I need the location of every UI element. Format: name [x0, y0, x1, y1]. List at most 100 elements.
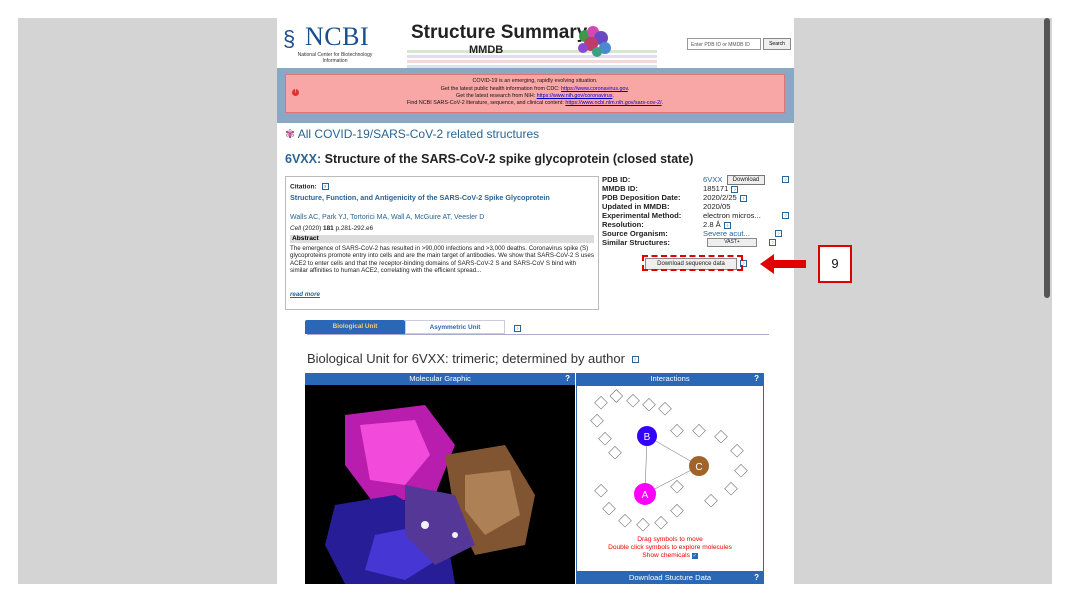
ncbi-name: NCBI	[305, 22, 370, 51]
chain-a-label: A	[642, 490, 649, 501]
nih-link[interactable]: https://www.nih.gov/coronavirus	[537, 93, 613, 99]
updated-key: Updated in MMDB:	[602, 202, 670, 211]
help-icon[interactable]: ?	[565, 373, 570, 385]
help-icon[interactable]: ?	[782, 212, 789, 219]
citation-label: Citation: ?	[290, 183, 329, 190]
resolution-key: Resolution:	[602, 220, 644, 229]
ncbi-full-name: National Center for Biotechnology Inform…	[297, 52, 373, 64]
show-chemicals-label: Show chemicals	[642, 552, 690, 559]
abstract-heading: Abstract	[290, 235, 594, 243]
journal-pages: p.281-292.e6	[333, 225, 374, 232]
citation-box: Citation: ? Structure, Function, and Ant…	[285, 176, 599, 310]
mmdb-id-key: MMDB ID:	[602, 184, 638, 193]
banner-subtitle: MMDB	[469, 44, 504, 56]
help-icon[interactable]: ?	[754, 572, 759, 584]
structure-summary-banner: Structure Summary MMDB	[407, 22, 657, 68]
citation-authors[interactable]: Walls AC, Park YJ, Tortorici MA, Wall A,…	[290, 214, 484, 221]
biological-unit-title: Biological Unit for 6VXX: trimeric; dete…	[307, 351, 639, 366]
covid-line-3-text: Get the latest research from NIH:	[456, 93, 537, 99]
vast-plus-button[interactable]: VAST+	[707, 238, 757, 247]
search-button[interactable]: Search	[763, 38, 791, 50]
help-icon[interactable]: ?	[321, 183, 329, 190]
citation-title-link[interactable]: Structure, Function, and Antigenicity of…	[290, 193, 590, 203]
pdb-id-key: PDB ID:	[602, 175, 631, 184]
drag-instruction: Drag symbols to move	[637, 536, 703, 543]
double-click-instruction: Double click symbols to explore molecule…	[608, 544, 732, 551]
biological-unit-title-text: Biological Unit for 6VXX: trimeric; dete…	[307, 351, 625, 366]
tab-biological-unit[interactable]: Biological Unit	[305, 320, 405, 334]
sequence-lines-decoration	[407, 50, 657, 68]
interactions-diagram[interactable]: B C A Drag symbols to move Double click …	[576, 385, 764, 572]
download-structure-data-header[interactable]: Download Stucture Data?	[576, 572, 764, 584]
structure-title: 6VXX: Structure of the SARS-CoV-2 spike …	[285, 152, 693, 166]
covid-line-4-text: Find NCBI SARS-CoV-2 literature, sequenc…	[406, 100, 566, 106]
resolution-text: 2.8 Å	[703, 220, 721, 229]
annotation-arrow-icon	[760, 254, 806, 274]
show-chemicals-checkbox[interactable]: ✓	[691, 553, 698, 559]
step-number-callout: 9	[818, 245, 852, 283]
pdb-search-input[interactable]: Enter PDB ID or MMDB ID	[687, 38, 761, 50]
mmdb-id-value: 185171?	[703, 184, 739, 193]
journal-year: (2020)	[301, 225, 324, 232]
ncbi-logo[interactable]: § NCBI National Center for Biotechnology…	[283, 22, 393, 64]
citation-journal: Cell (2020) 181 p.281-292.e6	[290, 225, 373, 232]
help-icon[interactable]: ?	[739, 194, 747, 202]
cdc-link[interactable]: https://www.coronavirus.gov	[561, 86, 628, 92]
resolution-value: 2.8 Å?	[703, 220, 731, 229]
ncbi-sars-link[interactable]: https://www.ncbi.nlm.nih.gov/sars-cov-2/	[565, 100, 661, 106]
ncbi-page: § NCBI National Center for Biotechnology…	[277, 18, 794, 584]
covid-banner: ! COVID-19 is an emerging, rapidly evolv…	[277, 68, 794, 123]
method-value: electron micros...	[703, 211, 761, 220]
dna-helix-icon: §	[283, 26, 296, 51]
page-scrollbar[interactable]	[1044, 18, 1050, 298]
covid-structures-link-text: All COVID-19/SARS-CoV-2 related structur…	[297, 127, 540, 141]
help-icon[interactable]: ?	[754, 373, 759, 385]
show-chemicals-row: Show chemicals ✓	[577, 552, 763, 559]
covid-line-1: COVID-19 is an emerging, rapidly evolvin…	[472, 78, 598, 84]
virus-icon: ✾	[285, 127, 296, 141]
journal-volume: 181	[323, 225, 334, 232]
molecular-graphic-viewer[interactable]	[305, 385, 575, 584]
covid-structures-link[interactable]: ✾ All COVID-19/SARS-CoV-2 related struct…	[285, 127, 539, 141]
protein-structure-image	[325, 405, 535, 584]
banner-title: Structure Summary	[411, 22, 588, 43]
organism-key: Source Organism:	[602, 229, 668, 238]
method-key: Experimental Method:	[602, 211, 682, 220]
molecule-icon	[578, 26, 611, 57]
similar-structures-key: Similar Structures:	[602, 238, 670, 247]
abstract-text: The emergence of SARS-CoV-2 has resulted…	[290, 245, 594, 274]
help-icon[interactable]: ?	[723, 221, 731, 229]
structure-id: 6VXX:	[285, 152, 322, 166]
highlight-dashed-box	[642, 255, 743, 271]
read-more-link[interactable]: read more	[290, 291, 320, 298]
pdb-id-value[interactable]: 6VXX	[703, 175, 722, 184]
deposition-date-key: PDB Deposition Date:	[602, 193, 681, 202]
help-icon[interactable]: ?	[514, 325, 521, 332]
help-icon[interactable]: ?	[782, 176, 789, 183]
help-icon[interactable]: ?	[769, 239, 776, 246]
journal-name: Cell	[290, 225, 302, 232]
interactions-header: Interactions?	[576, 373, 764, 385]
chain-c-label: C	[695, 462, 702, 473]
tab-asymmetric-unit[interactable]: Asymmetric Unit	[405, 320, 505, 334]
citation-label-text: Citation:	[290, 183, 317, 191]
structure-title-text: Structure of the SARS-CoV-2 spike glycop…	[324, 152, 694, 166]
updated-value: 2020/05	[703, 202, 731, 211]
interactions-title: Interactions	[650, 374, 690, 383]
interaction-network: B C A	[590, 389, 748, 532]
organism-value[interactable]: Severe acut...	[703, 229, 750, 238]
mmdb-id-text: 185171	[703, 184, 729, 193]
covid-line-2: Get the latest public health information…	[440, 86, 630, 92]
deposition-date-text: 2020/2/25	[703, 193, 737, 202]
covid-line-3: Get the latest research from NIH: https:…	[456, 93, 614, 99]
tabs-divider	[307, 334, 769, 335]
covid-line-4: Find NCBI SARS-CoV-2 literature, sequenc…	[406, 100, 664, 106]
help-icon[interactable]: ?	[731, 185, 739, 193]
molecular-graphic-title: Molecular Graphic	[409, 374, 471, 383]
help-icon[interactable]: ?	[631, 356, 639, 364]
molecular-graphic-header: Molecular Graphic?	[305, 373, 575, 385]
deposition-date-value: 2020/2/25?	[703, 193, 747, 202]
covid-alert-box: ! COVID-19 is an emerging, rapidly evolv…	[285, 74, 785, 113]
download-structure-data-title: Download Stucture Data	[628, 573, 712, 582]
help-icon[interactable]: ?	[775, 230, 782, 237]
